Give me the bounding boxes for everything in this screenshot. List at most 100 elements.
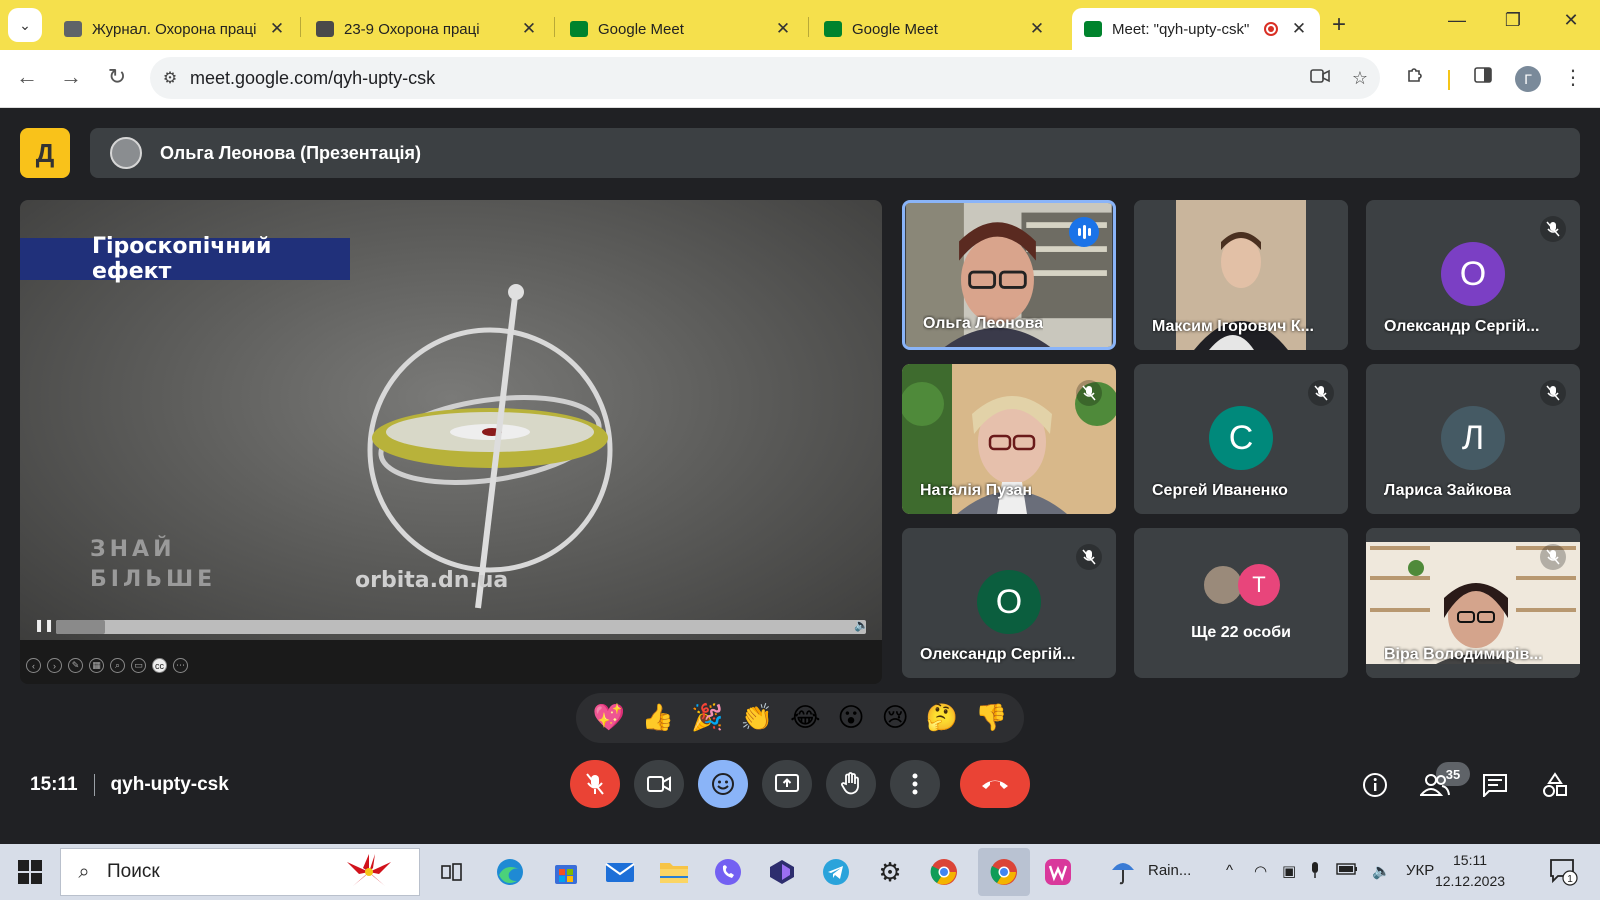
presenter-bar[interactable]: Ольга Леонова (Презентація) — [90, 128, 1580, 178]
shared-video[interactable]: Гіроскопічний ефект ЗНАЙ БІЛЬШЕ orbita.d… — [20, 200, 882, 640]
taskbar-clock[interactable]: 15:11 12.12.2023 — [1430, 850, 1510, 892]
tab-search-button[interactable]: ⌄ — [8, 8, 42, 42]
minimize-icon[interactable]: — — [1442, 10, 1472, 31]
pause-icon[interactable]: ❚❚ — [34, 618, 54, 632]
reaction-party-popper[interactable]: 🎉 — [691, 703, 723, 733]
people-button[interactable] — [1418, 768, 1452, 802]
office-app-icon[interactable] — [1040, 854, 1076, 890]
pen-icon[interactable]: ✎ — [68, 658, 83, 673]
windows-start-icon[interactable] — [18, 860, 42, 884]
participant-tile[interactable]: Наталія Пузан — [902, 364, 1116, 514]
close-icon[interactable]: ✕ — [268, 19, 286, 39]
telegram-icon[interactable] — [818, 854, 854, 890]
participant-tile[interactable]: О Олександр Сергій... — [902, 528, 1116, 678]
reaction-thinking[interactable]: 🤔 — [926, 703, 958, 733]
viber-icon[interactable] — [710, 854, 746, 890]
browser-tab-active[interactable]: Meet: "qyh-upty-csk" ✕ — [1072, 8, 1320, 50]
reaction-thumbs-down[interactable]: 👎 — [975, 703, 1007, 733]
notifications-icon[interactable]: 1 — [1548, 856, 1578, 890]
reload-icon[interactable]: ↻ — [102, 64, 132, 90]
participant-tile[interactable]: Ольга Леонова — [902, 200, 1116, 350]
profile-avatar[interactable]: Г — [1515, 66, 1541, 92]
participant-tile[interactable]: Віра Володимирів... — [1366, 528, 1580, 678]
next-slide-icon[interactable]: › — [47, 658, 62, 673]
extensions-puzzle-icon[interactable] — [1400, 65, 1430, 91]
restore-icon[interactable]: ❐ — [1498, 10, 1528, 31]
edge-browser-icon[interactable] — [492, 854, 528, 890]
participant-name: Максим Ігорович К... — [1152, 318, 1314, 335]
zoom-icon[interactable]: ⌕ — [110, 658, 125, 673]
task-view-icon[interactable] — [434, 854, 470, 890]
close-icon[interactable]: ✕ — [520, 19, 538, 39]
microphone-tray-icon[interactable] — [1310, 862, 1320, 882]
close-icon[interactable]: ✕ — [1290, 19, 1308, 39]
participant-tile[interactable]: С Сергей Иваненко — [1134, 364, 1348, 514]
more-options-button[interactable] — [890, 760, 940, 808]
wifi-icon[interactable]: ◠ — [1254, 862, 1267, 880]
chrome-icon[interactable] — [926, 854, 962, 890]
raise-hand-button[interactable] — [826, 760, 876, 808]
browser-tab[interactable]: 23-9 Охорона праці ✕ — [304, 8, 550, 50]
mail-icon[interactable] — [602, 854, 638, 890]
camera-toggle-button[interactable] — [634, 760, 684, 808]
meeting-details-button[interactable] — [1358, 768, 1392, 802]
settings-gear-icon[interactable]: ⚙ — [872, 854, 908, 890]
microphone-toggle-button[interactable] — [570, 760, 620, 808]
reaction-surprised[interactable]: 😮 — [837, 703, 864, 733]
participant-tile[interactable]: Максим Ігорович К... — [1134, 200, 1348, 350]
tablet-mode-icon[interactable]: ▣ — [1282, 862, 1296, 880]
window-close-icon[interactable]: ✕ — [1556, 10, 1586, 31]
participant-avatar: Л — [1441, 406, 1505, 470]
info-icon — [1363, 773, 1387, 797]
file-explorer-icon[interactable] — [656, 854, 692, 890]
camera-in-use-icon[interactable] — [1300, 68, 1340, 89]
microsoft-store-icon[interactable] — [548, 854, 584, 890]
bookmark-star-icon[interactable]: ☆ — [1340, 68, 1380, 89]
forward-arrow-icon[interactable]: → — [56, 64, 86, 90]
reaction-laughing[interactable]: 😂 — [790, 703, 820, 733]
reaction-crying[interactable]: 😢 — [882, 703, 909, 733]
close-icon[interactable]: ✕ — [1028, 19, 1046, 39]
battery-icon[interactable] — [1336, 862, 1358, 879]
side-panel-icon[interactable] — [1468, 65, 1498, 91]
new-tab-button[interactable]: + — [1332, 11, 1346, 39]
volume-icon[interactable]: 🔈 — [1372, 862, 1391, 880]
more-options-icon[interactable]: ⋯ — [173, 658, 188, 673]
video-seek-bar[interactable] — [56, 620, 866, 634]
more-participants-tile[interactable]: Т Ще 22 особи — [1134, 528, 1348, 678]
show-hidden-icons-icon[interactable]: ^ — [1226, 862, 1233, 879]
chat-button[interactable] — [1478, 768, 1512, 802]
url-text[interactable]: meet.google.com/qyh-upty-csk — [190, 68, 1300, 89]
participant-tile[interactable]: Л Лариса Зайкова — [1366, 364, 1580, 514]
present-screen-button[interactable] — [762, 760, 812, 808]
activities-button[interactable] — [1538, 768, 1572, 802]
subtitles-icon[interactable]: ▭ — [131, 658, 146, 673]
weather-icon[interactable] — [1108, 856, 1138, 890]
reaction-clapping[interactable]: 👏 — [741, 703, 773, 733]
reaction-thumbs-up[interactable]: 👍 — [642, 703, 674, 733]
site-settings-icon[interactable]: ⚙ — [150, 68, 190, 88]
participant-tile[interactable]: О Олександр Сергій... — [1366, 200, 1580, 350]
weather-text[interactable]: Rain... — [1148, 862, 1191, 879]
kebab-menu-icon[interactable]: ⋮ — [1558, 65, 1588, 90]
previous-slide-icon[interactable]: ‹ — [26, 658, 41, 673]
browser-tab[interactable]: Google Meet ✕ — [558, 8, 804, 50]
taskbar-search-box[interactable]: ⌕ Поиск — [60, 848, 420, 896]
present-screen-icon — [775, 774, 799, 792]
slides-grid-icon[interactable]: ▦ — [89, 658, 104, 673]
browser-tab[interactable]: Журнал. Охорона праці ✕ — [52, 8, 298, 50]
address-bar[interactable]: ⚙ meet.google.com/qyh-upty-csk ☆ — [150, 57, 1380, 99]
leave-call-button[interactable] — [960, 760, 1030, 808]
volume-icon[interactable]: 🔈 — [854, 618, 869, 632]
captions-icon[interactable]: cc — [152, 658, 167, 673]
browser-tab[interactable]: Google Meet ✕ — [812, 8, 1058, 50]
vpn-app-icon[interactable] — [764, 854, 800, 890]
chrome-profile-icon[interactable] — [978, 848, 1030, 896]
reaction-sparkling-heart[interactable]: 💖 — [593, 703, 625, 733]
presentation-view[interactable]: Гіроскопічний ефект ЗНАЙ БІЛЬШЕ orbita.d… — [20, 200, 882, 684]
presenter-avatar — [110, 137, 142, 169]
tab-title: 23-9 Охорона праці — [344, 20, 480, 38]
reactions-button[interactable] — [698, 760, 748, 808]
back-arrow-icon[interactable]: ← — [12, 64, 42, 90]
close-icon[interactable]: ✕ — [774, 19, 792, 39]
